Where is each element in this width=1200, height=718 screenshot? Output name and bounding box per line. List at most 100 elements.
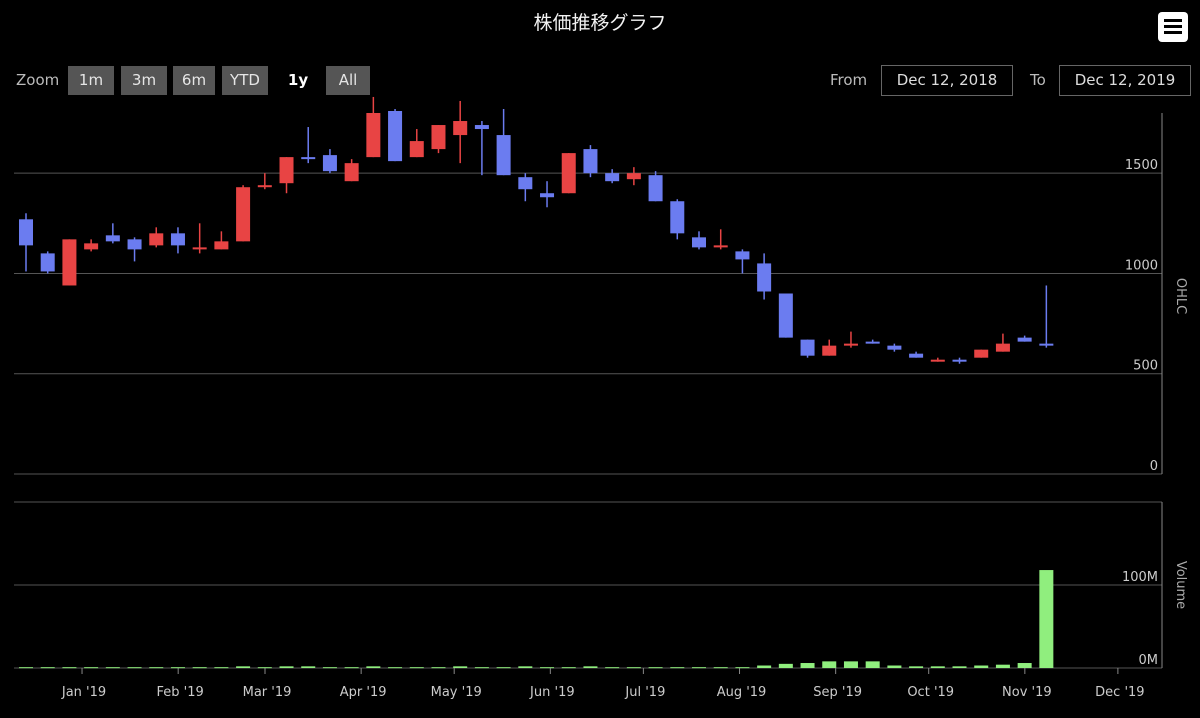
volume-bar <box>995 664 1010 668</box>
price-tick-label: 500 <box>1133 359 1158 374</box>
volume-bar <box>757 665 772 668</box>
candle-body <box>474 125 489 130</box>
x-tick-label: Sep '19 <box>813 685 862 700</box>
volume-bar <box>40 667 55 669</box>
y-axis-ticks: 0 500 1000 1500 0M 100M <box>1122 158 1158 668</box>
x-tick-label: Aug '19 <box>717 685 767 700</box>
candle-body <box>974 349 989 358</box>
volume-bar <box>887 665 902 668</box>
candle-body <box>887 345 902 350</box>
candle-body <box>518 177 533 190</box>
candle-body <box>626 173 641 180</box>
volume-bar <box>605 667 620 669</box>
volume-bar <box>62 667 77 669</box>
volume-bar <box>800 663 815 668</box>
volume-bar <box>865 661 880 668</box>
candle-body <box>843 343 858 346</box>
volume-bar <box>453 666 468 668</box>
x-axis-ticks: Jan '19 Feb '19 Mar '19 Apr '19 May '19 Jun '… <box>61 668 1145 700</box>
candle-body <box>214 241 229 250</box>
volume-bar <box>170 667 185 669</box>
ohlc-axis-title: OHLC <box>1173 278 1188 314</box>
candle-body <box>192 247 207 250</box>
candle-body <box>800 339 815 356</box>
candle-body <box>648 175 663 202</box>
volume-tick-label: 100M <box>1122 570 1158 585</box>
candle-body <box>84 243 99 250</box>
volume-bar <box>474 667 489 669</box>
candle-body <box>453 121 468 136</box>
volume-bar <box>236 666 251 668</box>
volume-bar <box>561 667 576 669</box>
candle-body <box>388 110 403 162</box>
candle-body <box>40 253 55 272</box>
candle-body <box>995 343 1010 352</box>
volume-bar <box>648 667 663 669</box>
volume-bar <box>301 666 316 668</box>
candle-body <box>62 239 77 286</box>
volume-bar <box>322 667 337 669</box>
price-tick-label: 0 <box>1150 459 1158 474</box>
price-tick-label: 1000 <box>1125 258 1158 273</box>
candle-body <box>713 245 728 248</box>
candle-body <box>105 235 120 242</box>
candle-body <box>822 345 837 356</box>
candle-body <box>540 193 555 198</box>
x-tick-label: Jul '19 <box>624 685 665 700</box>
x-tick-label: Feb '19 <box>157 685 204 700</box>
candle-body <box>561 153 576 194</box>
volume-bar <box>344 667 359 669</box>
x-tick-label: Apr '19 <box>340 685 387 700</box>
price-tick-label: 1500 <box>1125 158 1158 173</box>
volume-bar <box>257 667 272 669</box>
volume-bar <box>279 666 294 668</box>
candle-body <box>1017 337 1032 342</box>
volume-bar <box>192 667 207 669</box>
candle-body <box>257 185 272 188</box>
x-tick-label: Nov '19 <box>1002 685 1052 700</box>
volume-bar <box>713 667 728 669</box>
volume-tick-label: 0M <box>1139 653 1159 668</box>
grid-lines <box>14 113 1163 669</box>
volume-bar <box>496 667 511 669</box>
volume-bar <box>518 666 533 668</box>
candle-body <box>127 239 142 250</box>
x-tick-label: Jun '19 <box>529 685 575 700</box>
volume-bar <box>409 667 424 669</box>
candle-body <box>909 353 924 358</box>
candle-body <box>236 187 251 242</box>
candle-body <box>778 293 793 338</box>
candle-body <box>757 263 772 292</box>
candle-body <box>583 149 598 174</box>
volume-bar <box>691 667 706 669</box>
candle-body <box>670 201 685 234</box>
candle-body <box>170 233 185 246</box>
stock-chart: Jan '19 Feb '19 Mar '19 Apr '19 May '19 Jun '… <box>14 96 1188 700</box>
volume-bar <box>670 667 685 669</box>
candle-body <box>865 341 880 344</box>
candlestick-series[interactable] <box>19 96 1054 364</box>
candle-body <box>930 359 945 362</box>
candle-body <box>691 237 706 248</box>
volume-bar <box>1039 570 1054 668</box>
candle-body <box>409 141 424 158</box>
volume-bar <box>974 665 989 668</box>
x-tick-label: May '19 <box>431 685 482 700</box>
volume-bar <box>626 667 641 669</box>
candle-body <box>279 157 294 184</box>
candle-body <box>431 125 446 150</box>
candle-body <box>366 113 381 158</box>
volume-bar <box>388 667 403 669</box>
volume-bar <box>952 666 967 668</box>
candle-body <box>149 233 164 246</box>
candle-body <box>496 135 511 176</box>
candle-body <box>952 359 967 362</box>
volume-bar <box>127 667 142 669</box>
x-tick-label: Mar '19 <box>243 685 292 700</box>
candle-body <box>19 219 33 246</box>
volume-bar <box>930 666 945 668</box>
volume-bar <box>778 663 793 668</box>
x-tick-label: Dec '19 <box>1095 685 1144 700</box>
candle-body <box>322 155 337 172</box>
volume-bar <box>822 661 837 668</box>
